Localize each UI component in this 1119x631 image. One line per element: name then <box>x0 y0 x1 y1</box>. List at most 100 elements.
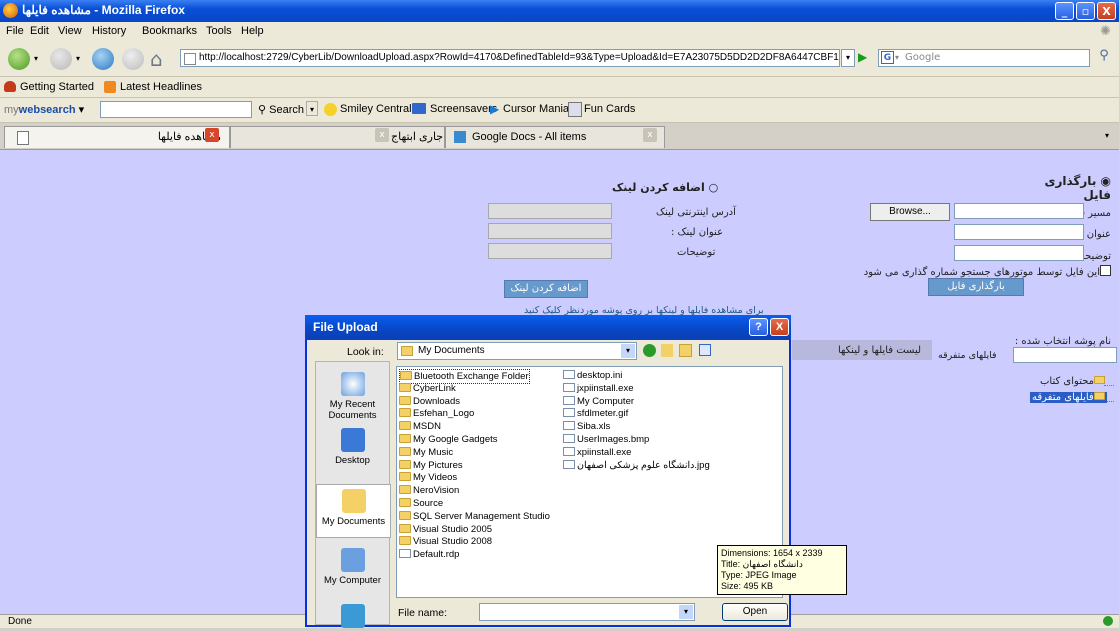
dialog-close-button[interactable]: X <box>770 318 789 336</box>
brand-main: websearch <box>18 104 76 116</box>
menu-bookmarks[interactable]: Bookmarks <box>142 25 197 37</box>
mywebsearch-search-button[interactable]: ⚲ Search <box>258 103 304 116</box>
folder-icon <box>1093 392 1105 400</box>
file-path-input[interactable] <box>954 203 1084 219</box>
folder-item[interactable]: Visual Studio 2008 <box>399 535 492 548</box>
tree-item-book-content[interactable]: محتوای کتاب <box>1040 376 1106 387</box>
toolbar-fun-cards[interactable]: Fun Cards <box>584 103 635 115</box>
stop-icon[interactable] <box>122 48 144 70</box>
bookmark-getting-started[interactable]: Getting Started <box>20 81 94 93</box>
place-my-documents[interactable]: My Documents <box>316 484 391 538</box>
file-item[interactable]: xpiinstall.exe <box>563 446 631 459</box>
maximize-button[interactable]: ▫ <box>1076 2 1095 20</box>
folder-item[interactable]: Source <box>399 497 443 510</box>
reload-icon[interactable] <box>92 48 114 70</box>
file-item[interactable]: دانشگاه علوم پزشکی اصفهان.jpg <box>563 459 710 472</box>
folder-item[interactable]: My Pictures <box>399 459 463 472</box>
home-icon[interactable]: ⌂ <box>150 47 163 71</box>
new-folder-icon[interactable] <box>679 344 692 357</box>
file-item[interactable]: Siba.xls <box>563 420 610 433</box>
back-folder-icon[interactable] <box>643 344 656 357</box>
mywebsearch-logo[interactable]: mywebsearch ▾ <box>4 103 84 116</box>
add-link-button[interactable]: اضافه کردن لینک <box>504 280 588 298</box>
forward-dropdown-icon[interactable]: ▾ <box>76 54 80 63</box>
add-link-radio-label[interactable]: ○ اضافه کردن لینک <box>612 181 718 194</box>
forward-button[interactable] <box>50 48 72 70</box>
menu-edit[interactable]: Edit <box>30 25 49 37</box>
index-checkbox-label[interactable]: این فایل توسط موتورهای جستجو شماره گذاری… <box>864 265 1111 278</box>
folder-item[interactable]: NeroVision <box>399 484 459 497</box>
minimize-button[interactable]: _ <box>1055 2 1074 20</box>
file-item[interactable]: UserImages.bmp <box>563 433 649 446</box>
menu-file[interactable]: File <box>6 25 24 37</box>
item-name: Visual Studio 2005 <box>413 523 493 535</box>
folder-item[interactable]: Downloads <box>399 395 460 408</box>
menu-help[interactable]: Help <box>241 25 264 37</box>
url-history-dropdown[interactable]: ▾ <box>841 49 855 67</box>
link-address-input[interactable] <box>488 203 612 219</box>
folder-item[interactable]: CyberLink <box>399 382 456 395</box>
dialog-help-button[interactable]: ? <box>749 318 768 336</box>
place-my-computer[interactable]: My Computer <box>316 548 389 586</box>
file-item[interactable]: sfdlmeter.gif <box>563 407 628 420</box>
upload-radio[interactable]: ◉ <box>1101 174 1111 188</box>
add-link-radio[interactable]: ○ <box>709 181 719 194</box>
menu-view[interactable]: View <box>58 25 82 37</box>
folder-item[interactable]: My Music <box>399 446 453 459</box>
menu-tools[interactable]: Tools <box>206 25 232 37</box>
bookmark-latest-headlines[interactable]: Latest Headlines <box>120 81 202 93</box>
toolbar-cursor-mania[interactable]: Cursor Mania <box>503 103 569 115</box>
folder-item[interactable]: Esfehan_Logo <box>399 407 474 420</box>
search-input[interactable]: G ▾ Google <box>878 49 1090 67</box>
url-bar[interactable]: http://localhost:2729/CyberLib/DownloadU… <box>180 49 840 67</box>
view-menu-icon[interactable] <box>699 344 711 356</box>
tab-list-dropdown-icon[interactable]: ▾ <box>1105 131 1109 140</box>
upload-file-button[interactable]: بارگذاری فایل <box>928 278 1024 296</box>
mywebsearch-input[interactable] <box>100 101 252 118</box>
go-icon[interactable]: ▶ <box>858 50 867 64</box>
back-dropdown-icon[interactable]: ▾ <box>34 54 38 63</box>
google-icon[interactable]: G <box>881 51 894 64</box>
file-name-dropdown-icon[interactable]: ▾ <box>679 605 693 619</box>
toolbar-screensavers[interactable]: Screensavers <box>430 103 497 115</box>
search-options-dropdown[interactable]: ▾ <box>306 101 318 116</box>
file-name-input[interactable]: ▾ <box>479 603 695 621</box>
tab-google-docs-activities[interactable]: Google Docs - فعالیت های جاری ابتهاج <box>230 126 445 148</box>
close-window-button[interactable]: X <box>1097 2 1116 20</box>
file-item[interactable]: desktop.ini <box>563 369 622 382</box>
description-input[interactable] <box>954 245 1084 261</box>
tab-view-files[interactable]: مشاهده فایلها <box>4 126 230 148</box>
browse-button[interactable]: Browse... <box>870 203 950 221</box>
file-title-input[interactable] <box>954 224 1084 240</box>
close-tab-icon[interactable]: x <box>375 128 389 142</box>
back-button[interactable] <box>8 48 30 70</box>
file-item[interactable]: My Computer <box>563 395 634 408</box>
menu-history[interactable]: History <box>92 25 126 37</box>
close-tab-icon[interactable]: x <box>205 128 219 142</box>
toolbar-smiley-central[interactable]: Smiley Central <box>340 103 412 115</box>
search-engine-dropdown-icon[interactable]: ▾ <box>895 50 899 66</box>
file-item[interactable]: Default.rdp <box>399 548 459 561</box>
search-magnifier-icon[interactable]: ⚲ <box>1094 48 1114 68</box>
tree-item-misc-files[interactable]: فایلهای متفرقه <box>1030 392 1107 403</box>
folder-item[interactable]: My Google Gadgets <box>399 433 498 446</box>
open-button[interactable]: Open <box>722 603 788 621</box>
file-item[interactable]: jxpiinstall.exe <box>563 382 634 395</box>
folder-item[interactable]: Visual Studio 2005 <box>399 523 492 536</box>
folder-item[interactable]: SQL Server Management Studio <box>399 510 550 523</box>
folder-item[interactable]: MSDN <box>399 420 441 433</box>
up-folder-icon[interactable] <box>661 344 673 357</box>
tab-google-docs-all-items[interactable]: Google Docs - All items <box>445 126 665 148</box>
look-in-dropdown-icon[interactable]: ▾ <box>621 344 635 358</box>
link-description-input[interactable] <box>488 243 612 259</box>
folder-item[interactable]: My Videos <box>399 471 457 484</box>
file-icon <box>563 459 575 469</box>
file-upload-dialog: File Upload ? X Look in: My Documents ▾ … <box>305 315 847 628</box>
upload-radio-label[interactable]: ◉ بارگذاری فایل <box>1041 174 1111 202</box>
close-tab-icon[interactable]: x <box>643 128 657 142</box>
look-in-select[interactable]: My Documents ▾ <box>397 342 637 360</box>
place-recent-documents[interactable]: My Recent Documents <box>316 372 389 421</box>
link-title-input[interactable] <box>488 223 612 239</box>
place-desktop[interactable]: Desktop <box>316 428 389 466</box>
index-checkbox[interactable] <box>1100 265 1111 276</box>
